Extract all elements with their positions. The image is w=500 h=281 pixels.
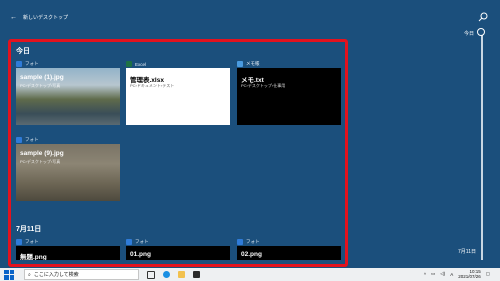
section-title-today: 今日 [16, 48, 30, 55]
timeline-slider-knob[interactable] [477, 28, 485, 36]
card-thumbnail[interactable]: 02.png [237, 246, 341, 260]
clock[interactable]: 10:15 2021/07/26 [458, 269, 481, 279]
card-app-name: Excel [135, 61, 147, 67]
clock-date: 2021/07/26 [458, 274, 481, 279]
photos-app-icon [16, 239, 22, 245]
edge-browser-icon[interactable] [163, 271, 170, 278]
excel-app-icon [126, 61, 132, 67]
windows-start-icon[interactable] [4, 269, 14, 280]
card-app-meta: フォト [16, 238, 120, 246]
timeline-label-date[interactable]: 7月11日 [458, 248, 476, 255]
system-tray: ^ ▭ ◁) A 10:15 2021/07/26 ▢ [424, 269, 490, 279]
card-thumbnail[interactable]: sample (1).jpg PC›デスクトップ›写真 [16, 68, 120, 125]
card-app-name: フォト [246, 239, 260, 244]
section-title-date: 7月11日 [16, 226, 42, 233]
activity-card[interactable]: フォト sample (1).jpg PC›デスクトップ›写真 [16, 60, 120, 125]
search-icon[interactable] [478, 12, 488, 22]
file-explorer-icon[interactable] [178, 271, 185, 278]
back-label[interactable]: 新しいデスクトップ [23, 14, 68, 21]
taskbar-pinned-apps [147, 270, 200, 279]
activity-card[interactable]: メモ帳 メモ.txt PC›デスクトップ›仕事用 [237, 60, 341, 125]
card-path: PC›デスクトップ›写真 [20, 159, 61, 164]
activity-card[interactable]: フォト sample (9).jpg PC›デスクトップ›写真 [16, 136, 120, 201]
task-view-icon[interactable] [147, 270, 155, 279]
card-title: 01.png [130, 251, 151, 258]
photos-app-icon [237, 239, 243, 245]
card-title: sample (9).jpg [20, 150, 64, 157]
photos-app-icon [16, 137, 22, 143]
card-thumbnail[interactable]: 管理表.xlsx PC›ドキュメント›テスト [126, 68, 230, 125]
back-arrow-icon[interactable]: ← [10, 14, 17, 21]
card-thumbnail[interactable]: sample (9).jpg PC›デスクトップ›写真 [16, 144, 120, 201]
header: ← 新しいデスクトップ [10, 14, 68, 21]
card-app-meta: フォト [16, 60, 120, 68]
card-app-meta: メモ帳 [237, 60, 341, 68]
card-title: sample (1).jpg [20, 74, 64, 81]
taskbar-search-box[interactable]: ⌕ ここに入力して検索 [24, 269, 139, 280]
card-app-name: フォト [135, 239, 149, 244]
card-title: 無題.png [20, 254, 47, 260]
card-path: PC›デスクトップ›写真 [20, 83, 61, 88]
taskbar-search-placeholder: ここに入力して検索 [33, 272, 79, 278]
activity-card[interactable]: フォト 02.png [237, 238, 341, 260]
card-app-name: メモ帳 [246, 61, 260, 66]
card-app-name: フォト [25, 137, 39, 142]
chevron-up-icon[interactable]: ^ [424, 272, 426, 277]
store-icon[interactable] [193, 271, 200, 278]
ime-indicator[interactable]: A [450, 272, 453, 277]
photos-app-icon [126, 239, 132, 245]
network-icon[interactable]: ▭ [431, 271, 435, 277]
activity-card[interactable]: Excel 管理表.xlsx PC›ドキュメント›テスト [126, 60, 230, 125]
taskbar: ⌕ ここに入力して検索 ^ ▭ ◁) A 10:15 2021/07/26 ▢ [0, 268, 500, 281]
timeline-label-today[interactable]: 今日 [464, 30, 474, 37]
card-app-meta: フォト [237, 238, 341, 246]
photos-app-icon [16, 61, 22, 67]
activity-card[interactable]: フォト 無題.png [16, 238, 120, 260]
card-thumbnail[interactable]: メモ.txt PC›デスクトップ›仕事用 [237, 68, 341, 125]
activity-card[interactable]: フォト 01.png [126, 238, 230, 260]
volume-icon[interactable]: ◁) [440, 271, 445, 277]
timeline-track[interactable] [481, 30, 483, 260]
search-icon: ⌕ [28, 271, 31, 278]
card-app-meta: フォト [126, 238, 230, 246]
card-app-name: フォト [25, 61, 39, 66]
card-app-meta: フォト [16, 136, 120, 144]
notepad-app-icon [237, 61, 243, 67]
card-path: PC›ドキュメント›テスト [130, 83, 175, 88]
card-thumbnail[interactable]: 無題.png [16, 246, 120, 260]
card-thumbnail[interactable]: 01.png [126, 246, 230, 260]
notification-icon[interactable]: ▢ [486, 271, 490, 277]
card-app-name: フォト [25, 239, 39, 244]
card-app-meta: Excel [126, 60, 230, 68]
card-title: 02.png [241, 251, 262, 258]
card-path: PC›デスクトップ›仕事用 [241, 83, 286, 88]
